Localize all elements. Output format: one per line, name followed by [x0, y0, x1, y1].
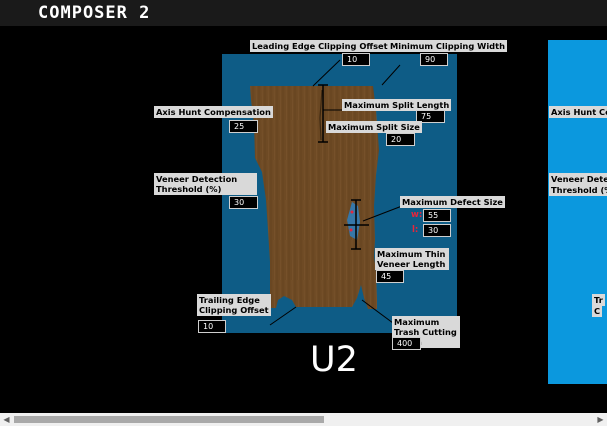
max-defect-label: Maximum Defect Size — [400, 196, 505, 208]
next-unit-panel[interactable]: Axis Hunt Co Veneer Dete Threshold (% Tr… — [548, 40, 607, 384]
axis-hunt-label: Axis Hunt Compensation — [154, 106, 273, 118]
scroll-thumb[interactable] — [14, 416, 324, 423]
unit-label: U2 — [310, 340, 358, 380]
max-thin-input[interactable] — [376, 270, 404, 283]
min-clip-width-label: Minimum Clipping Width — [388, 40, 507, 52]
trailing-edge-label: Trailing Edge Clipping Offset — [197, 294, 271, 316]
app-title: COMPOSER 2 — [38, 3, 151, 23]
axis-hunt-input[interactable] — [229, 120, 258, 133]
horizontal-scrollbar[interactable]: ◀ ▶ — [0, 413, 607, 426]
max-split-size-label: Maximum Split Size — [326, 121, 422, 133]
leading-edge-label: Leading Edge Clipping Offset — [250, 40, 390, 52]
max-trash-input[interactable] — [392, 337, 421, 350]
defect-w-label: w: — [411, 210, 423, 220]
trailing-edge-input[interactable] — [198, 320, 226, 333]
defect-w-input[interactable] — [423, 209, 451, 222]
scroll-left-icon[interactable]: ◀ — [0, 413, 13, 426]
defect-l-input[interactable] — [423, 224, 451, 237]
scroll-right-icon[interactable]: ▶ — [594, 413, 607, 426]
max-split-size-input[interactable] — [386, 133, 415, 146]
vertical-scrollbar[interactable] — [600, 26, 607, 413]
min-clip-width-input[interactable] — [420, 53, 448, 66]
veneer-detection-input[interactable] — [229, 196, 258, 209]
defect-l-label: l: — [412, 225, 419, 235]
veneer-detection-label: Veneer Detection Threshold (%) — [154, 173, 257, 195]
max-thin-label: Maximum Thin Veneer Length — [375, 248, 449, 270]
side-veneer-label-2: Threshold (% — [549, 184, 607, 196]
title-bar: COMPOSER 2 — [0, 0, 607, 26]
leading-edge-input[interactable] — [342, 53, 370, 66]
side-axis-hunt-label: Axis Hunt Co — [549, 106, 607, 118]
